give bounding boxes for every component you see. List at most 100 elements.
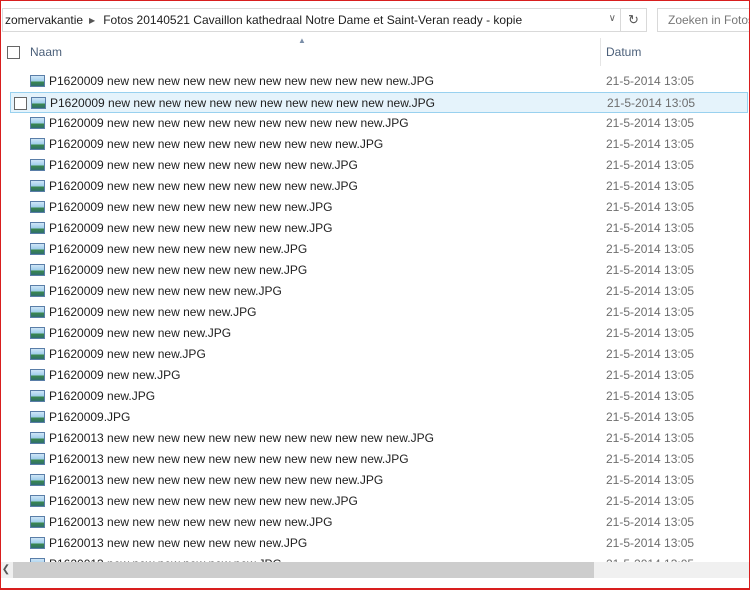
image-file-icon bbox=[30, 201, 45, 213]
file-row[interactable]: P1620009 new new new new new new new new… bbox=[10, 134, 748, 155]
file-date: 21-5-2014 13:05 bbox=[606, 431, 695, 445]
column-divider[interactable] bbox=[600, 38, 601, 66]
file-name: P1620009 new new new new new new.JPG bbox=[49, 284, 282, 298]
file-row[interactable]: P1620009 new new new new new.JPG 21-5-201… bbox=[10, 302, 748, 323]
file-row[interactable]: P1620009 new new new new new new new new… bbox=[10, 71, 748, 92]
file-name: P1620009 new new new new new new new.JPG bbox=[49, 242, 308, 256]
image-file-icon bbox=[30, 327, 45, 339]
address-bar[interactable]: zomervakantie ▶ Fotos 20140521 Cavaillon… bbox=[2, 8, 647, 32]
file-name: P1620013 new new new new new new new new… bbox=[49, 515, 333, 529]
file-row[interactable]: P1620009 new new new new new new new new… bbox=[10, 218, 748, 239]
image-file-icon bbox=[30, 180, 45, 192]
breadcrumb-current[interactable]: Fotos 20140521 Cavaillon kathedraal Notr… bbox=[101, 13, 522, 27]
image-file-icon bbox=[30, 411, 45, 423]
image-file-icon bbox=[30, 117, 45, 129]
row-checkbox[interactable] bbox=[14, 97, 27, 110]
file-row[interactable]: P1620013 new new new new new new new.JPG… bbox=[10, 533, 748, 554]
file-name: P1620009 new new new.JPG bbox=[49, 347, 206, 361]
file-row[interactable]: P1620009 new.JPG 21-5-2014 13:05 bbox=[10, 386, 748, 407]
image-file-icon bbox=[30, 390, 45, 402]
file-name: P1620009 new new new new new new new new… bbox=[49, 158, 358, 172]
scrollbar-thumb[interactable] bbox=[13, 562, 594, 578]
column-date[interactable]: Datum bbox=[606, 45, 641, 59]
file-date: 21-5-2014 13:05 bbox=[606, 368, 695, 382]
file-date: 21-5-2014 13:05 bbox=[606, 179, 695, 193]
file-name: P1620009 new new new new new new new new… bbox=[49, 200, 333, 214]
file-row[interactable]: P1620009 new new new new new new new new… bbox=[10, 176, 748, 197]
file-date: 21-5-2014 13:05 bbox=[606, 263, 695, 277]
scroll-left-icon[interactable]: ❮ bbox=[1, 562, 11, 578]
file-row[interactable]: P1620009 new new.JPG 21-5-2014 13:05 bbox=[10, 365, 748, 386]
search-input[interactable]: Zoeken in Fotos bbox=[657, 8, 750, 32]
file-date: 21-5-2014 13:05 bbox=[606, 515, 695, 529]
file-date: 21-5-2014 13:05 bbox=[606, 305, 695, 319]
file-date: 21-5-2014 13:05 bbox=[606, 221, 695, 235]
select-all-checkbox[interactable] bbox=[7, 46, 20, 59]
image-file-icon bbox=[30, 138, 45, 150]
file-row[interactable]: P1620009 new new new new new new new.JPG… bbox=[10, 239, 748, 260]
file-date: 21-5-2014 13:05 bbox=[606, 116, 695, 130]
file-row[interactable]: P1620013 new new new new new new.JPG21-5… bbox=[10, 554, 748, 562]
file-date: 21-5-2014 13:05 bbox=[606, 473, 695, 487]
column-name[interactable]: Naam bbox=[30, 45, 62, 59]
file-row[interactable]: P1620009 new new new new new new new new… bbox=[10, 155, 748, 176]
file-name: P1620013 new new new new new new new new… bbox=[49, 431, 434, 445]
file-row[interactable]: P1620009 new new new new.JPG 21-5-2014 13… bbox=[10, 323, 748, 344]
image-file-icon bbox=[30, 264, 45, 276]
file-name: P1620009 new new new new.JPG bbox=[49, 326, 232, 340]
image-file-icon bbox=[30, 75, 45, 87]
file-name: P1620009 new new new new new.JPG bbox=[49, 305, 257, 319]
image-file-icon bbox=[30, 159, 45, 171]
refresh-icon[interactable]: ↻ bbox=[620, 9, 646, 31]
file-row[interactable]: P1620013 new new new new new new new new… bbox=[10, 428, 748, 449]
file-date: 21-5-2014 13:05 bbox=[606, 158, 695, 172]
chevron-down-icon[interactable]: ∨ bbox=[609, 13, 616, 24]
file-date: 21-5-2014 13:05 bbox=[607, 96, 696, 110]
file-name: P1620009 new new new new new new new new… bbox=[49, 137, 384, 151]
file-name: P1620013 new new new new new new new new… bbox=[49, 452, 409, 466]
file-date: 21-5-2014 13:05 bbox=[606, 389, 695, 403]
image-file-icon bbox=[30, 474, 45, 486]
image-file-icon bbox=[30, 495, 45, 507]
column-header: Naam ▲ Datum bbox=[0, 36, 750, 66]
file-name: P1620009 new new new new new new new new… bbox=[50, 96, 435, 110]
file-date: 21-5-2014 13:05 bbox=[606, 410, 695, 424]
horizontal-scrollbar[interactable]: ❮ bbox=[1, 562, 749, 578]
file-row[interactable]: P1620009 new new new new new new new.JPG… bbox=[10, 260, 748, 281]
file-date: 21-5-2014 13:05 bbox=[606, 347, 695, 361]
image-file-icon bbox=[30, 369, 45, 381]
image-file-icon bbox=[30, 432, 45, 444]
breadcrumb-parent[interactable]: zomervakantie bbox=[3, 13, 83, 27]
file-name: P1620009 new new new new new new new new… bbox=[49, 74, 434, 88]
file-row[interactable]: P1620013 new new new new new new new new… bbox=[10, 491, 748, 512]
breadcrumb-separator-icon[interactable]: ▶ bbox=[89, 16, 95, 25]
file-row[interactable]: P1620013 new new new new new new new new… bbox=[10, 512, 748, 533]
file-date: 21-5-2014 13:05 bbox=[606, 284, 695, 298]
file-row[interactable]: P1620009.JPG 21-5-2014 13:05 bbox=[10, 407, 748, 428]
file-name: P1620009 new new new new new new new new… bbox=[49, 179, 358, 193]
file-row[interactable]: P1620013 new new new new new new new new… bbox=[10, 470, 748, 491]
file-row[interactable]: P1620009 new new new new new new new new… bbox=[10, 197, 748, 218]
file-date: 21-5-2014 13:05 bbox=[606, 74, 695, 88]
file-row[interactable]: P1620009 new new new new new new new new… bbox=[10, 92, 748, 113]
file-date: 21-5-2014 13:05 bbox=[606, 536, 695, 550]
image-file-icon bbox=[30, 453, 45, 465]
file-row[interactable]: P1620009 new new new new new new new new… bbox=[10, 113, 748, 134]
file-date: 21-5-2014 13:05 bbox=[606, 494, 695, 508]
file-date: 21-5-2014 13:05 bbox=[606, 326, 695, 340]
image-file-icon bbox=[30, 516, 45, 528]
file-name: P1620013 new new new new new new new new… bbox=[49, 494, 358, 508]
image-file-icon bbox=[30, 348, 45, 360]
file-name: P1620009.JPG bbox=[49, 410, 131, 424]
file-row[interactable]: P1620009 new new new.JPG 21-5-2014 13:05 bbox=[10, 344, 748, 365]
file-name: P1620009 new new new new new new new new… bbox=[49, 116, 409, 130]
file-name: P1620009 new new new new new new new new… bbox=[49, 221, 333, 235]
file-name: P1620013 new new new new new new new.JPG bbox=[49, 536, 308, 550]
file-name: P1620009 new new new new new new new.JPG bbox=[49, 263, 308, 277]
file-row[interactable]: P1620013 new new new new new new new new… bbox=[10, 449, 748, 470]
file-date: 21-5-2014 13:05 bbox=[606, 200, 695, 214]
file-name: P1620013 new new new new new new new new… bbox=[49, 473, 384, 487]
file-row[interactable]: P1620009 new new new new new new.JPG 21-5… bbox=[10, 281, 748, 302]
image-file-icon bbox=[30, 243, 45, 255]
image-file-icon bbox=[30, 285, 45, 297]
